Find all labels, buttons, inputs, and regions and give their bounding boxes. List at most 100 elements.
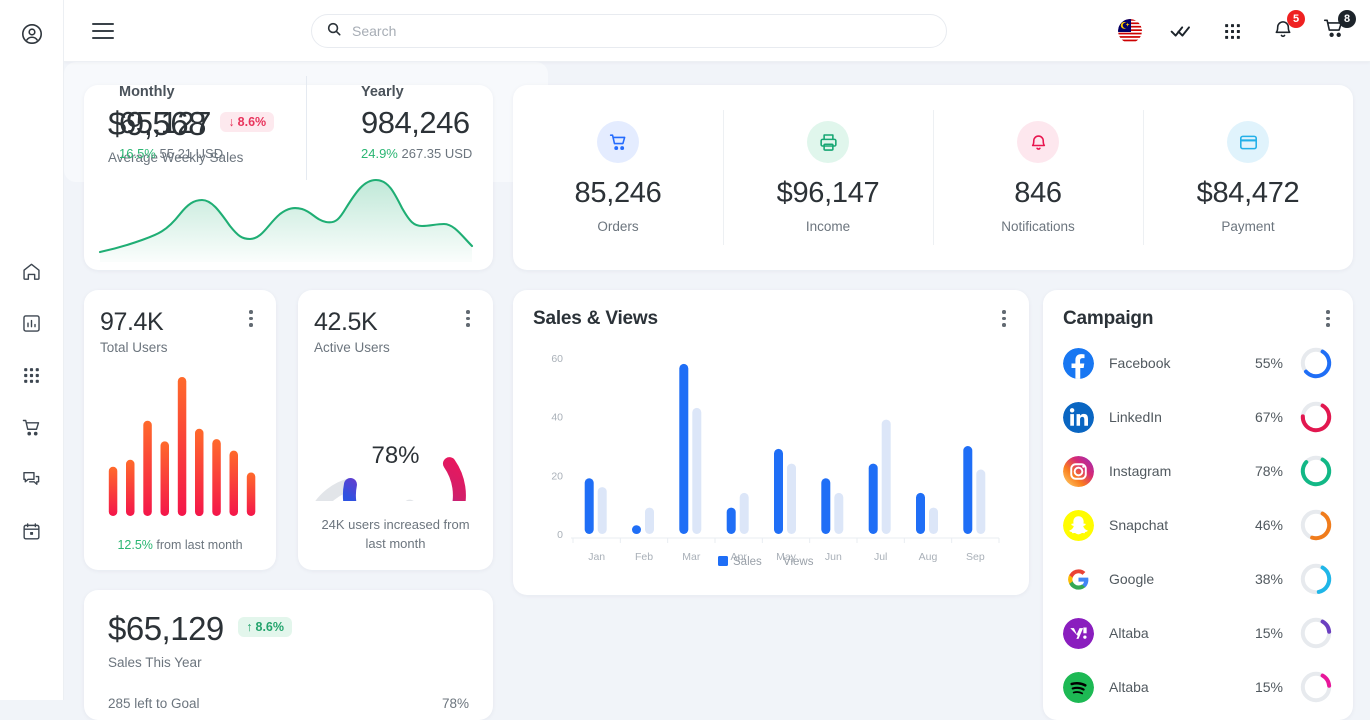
sales-views-title: Sales & Views [533, 308, 658, 329]
total-users-footer: 12.5% from last month [84, 538, 276, 552]
facebook-logo-icon [1063, 347, 1094, 379]
stat-orders-value: 85,246 [574, 177, 662, 209]
bell-icon [1017, 121, 1059, 163]
yearly-value: 984,246 [361, 105, 470, 140]
svg-text:Jun: Jun [825, 551, 842, 563]
campaign-row[interactable]: Google 38% [1063, 552, 1333, 606]
campaign-list: Facebook 55% LinkedIn 67% Instagram 78% Snapch… [1063, 336, 1333, 714]
sidebar-item-analytics[interactable] [16, 307, 48, 339]
active-users-percent: 78% [371, 442, 419, 469]
svg-text:Mar: Mar [682, 551, 701, 563]
campaign-progress-ring [1300, 455, 1332, 487]
hamburger-menu-icon[interactable] [92, 14, 126, 48]
campaign-progress-ring [1300, 401, 1332, 433]
stat-income: $96,147 Income [723, 85, 933, 270]
sidebar-item-messages[interactable] [16, 463, 48, 495]
campaign-percent: 67% [1254, 409, 1283, 425]
stat-notifications-caption: Notifications [1001, 219, 1075, 234]
active-users-footer: 24K users increased from last month [321, 517, 470, 552]
stats-summary-card: 85,246 Orders $96,147 Income 846 Notific… [513, 85, 1353, 270]
stat-orders-caption: Orders [597, 219, 639, 234]
sales-year-label: Sales This Year [108, 655, 202, 670]
campaign-menu-icon[interactable] [1319, 308, 1337, 329]
active-users-gauge: 78% [315, 442, 466, 501]
sidebar-item-calendar[interactable] [16, 515, 48, 547]
cart-button[interactable]: 8 [1320, 10, 1356, 45]
svg-text:Jul: Jul [874, 551, 887, 563]
double-check-icon[interactable] [1167, 17, 1195, 45]
campaign-percent: 15% [1254, 679, 1283, 695]
monthly-yearly-panel: Monthly 65,127 16.5% 55.21 USD Yearly 98… [64, 62, 548, 182]
sales-year-goal-pct: 78% [441, 696, 469, 711]
svg-text:60: 60 [551, 353, 563, 365]
dashboard-content: $9,568 ↓ 8.6% Average Weekly Sales 85,24… [64, 62, 1370, 720]
total-users-bar-chart [108, 377, 256, 516]
stat-payment-caption: Payment [1221, 219, 1275, 234]
search-icon [326, 21, 342, 42]
monthly-head: Monthly [119, 84, 175, 100]
yearly-head: Yearly [361, 84, 404, 100]
snapchat-logo-icon [1063, 509, 1094, 541]
campaign-row[interactable]: Altaba 15% [1063, 660, 1333, 714]
monthly-pct: 16.5% [119, 146, 156, 161]
svg-text:0: 0 [557, 529, 563, 541]
svg-text:40: 40 [551, 412, 563, 424]
active-users-value: 42.5K [314, 308, 378, 336]
malaysia-flag-icon[interactable] [1116, 17, 1144, 45]
svg-text:Feb: Feb [635, 551, 653, 563]
campaign-name: Facebook [1109, 355, 1171, 371]
campaign-name: Google [1109, 571, 1155, 587]
campaign-card: Campaign Facebook 55% LinkedIn 67% Instagram… [1043, 290, 1353, 720]
campaign-row[interactable]: LinkedIn 67% [1063, 390, 1333, 444]
total-users-label: Total Users [100, 340, 168, 355]
search-bar[interactable] [311, 14, 947, 48]
google-logo-icon [1063, 563, 1094, 595]
apps-grid-icon[interactable] [1218, 17, 1246, 45]
cart-badge: 8 [1338, 10, 1356, 28]
yearly-pct: 24.9% [361, 146, 398, 161]
total-users-menu-icon[interactable] [242, 308, 260, 329]
yearly-usd: 267.35 USD [401, 146, 473, 161]
sales-year-goal-row: 285 left to Goal 78% [108, 696, 469, 711]
campaign-progress-ring [1300, 617, 1332, 649]
total-users-footer-text: from last month [156, 538, 243, 552]
active-users-label: Active Users [314, 340, 390, 355]
campaign-progress-ring [1300, 671, 1332, 703]
total-users-footer-pct: 12.5% [117, 538, 153, 552]
campaign-row[interactable]: Altaba 15% [1063, 606, 1333, 660]
sidebar-item-apps[interactable] [16, 359, 48, 391]
campaign-name: Altaba [1109, 679, 1149, 695]
active-users-menu-icon[interactable] [459, 308, 477, 329]
monthly-block: Monthly 65,127 16.5% 55.21 USD [64, 62, 306, 182]
notifications-button[interactable]: 5 [1269, 10, 1305, 45]
campaign-percent: 55% [1254, 355, 1283, 371]
arrow-up-icon: ↑ [246, 620, 253, 634]
campaign-progress-ring [1300, 563, 1332, 595]
stat-payment: $84,472 Payment [1143, 85, 1353, 270]
sales-year-delta-value: 8.6% [255, 620, 285, 634]
yearly-block: Yearly 984,246 24.9% 267.35 USD [306, 62, 548, 182]
campaign-name: Instagram [1109, 463, 1172, 479]
sales-year-value: $65,129 [108, 610, 224, 647]
sales-year-delta-badge: ↑ 8.6% [238, 617, 292, 637]
svg-text:Aug: Aug [919, 551, 938, 563]
campaign-row[interactable]: Snapchat 46% [1063, 498, 1333, 552]
campaign-row[interactable]: Facebook 55% [1063, 336, 1333, 390]
instagram-logo-icon [1063, 455, 1094, 487]
search-input[interactable] [352, 23, 932, 39]
svg-text:Sep: Sep [966, 551, 985, 563]
sales-views-menu-icon[interactable] [995, 308, 1013, 329]
sales-this-year-card: $65,129 ↑ 8.6% Sales This Year 285 left … [84, 590, 493, 720]
campaign-percent: 46% [1254, 517, 1283, 533]
notification-badge: 5 [1287, 10, 1305, 28]
sidebar-item-home[interactable] [16, 255, 48, 287]
account-circle-icon[interactable] [16, 18, 48, 50]
sidebar-item-shop[interactable] [16, 411, 48, 443]
campaign-progress-ring [1300, 347, 1332, 379]
sales-views-card: Sales & Views 0 20 40 60 Jan Feb Mar Apr May Jun… [513, 290, 1029, 595]
campaign-row[interactable]: Instagram 78% [1063, 444, 1333, 498]
stat-notifications-value: 846 [1014, 177, 1062, 209]
svg-text:Sales: Sales [733, 556, 762, 568]
printer-icon [807, 121, 849, 163]
cart-icon [597, 121, 639, 163]
